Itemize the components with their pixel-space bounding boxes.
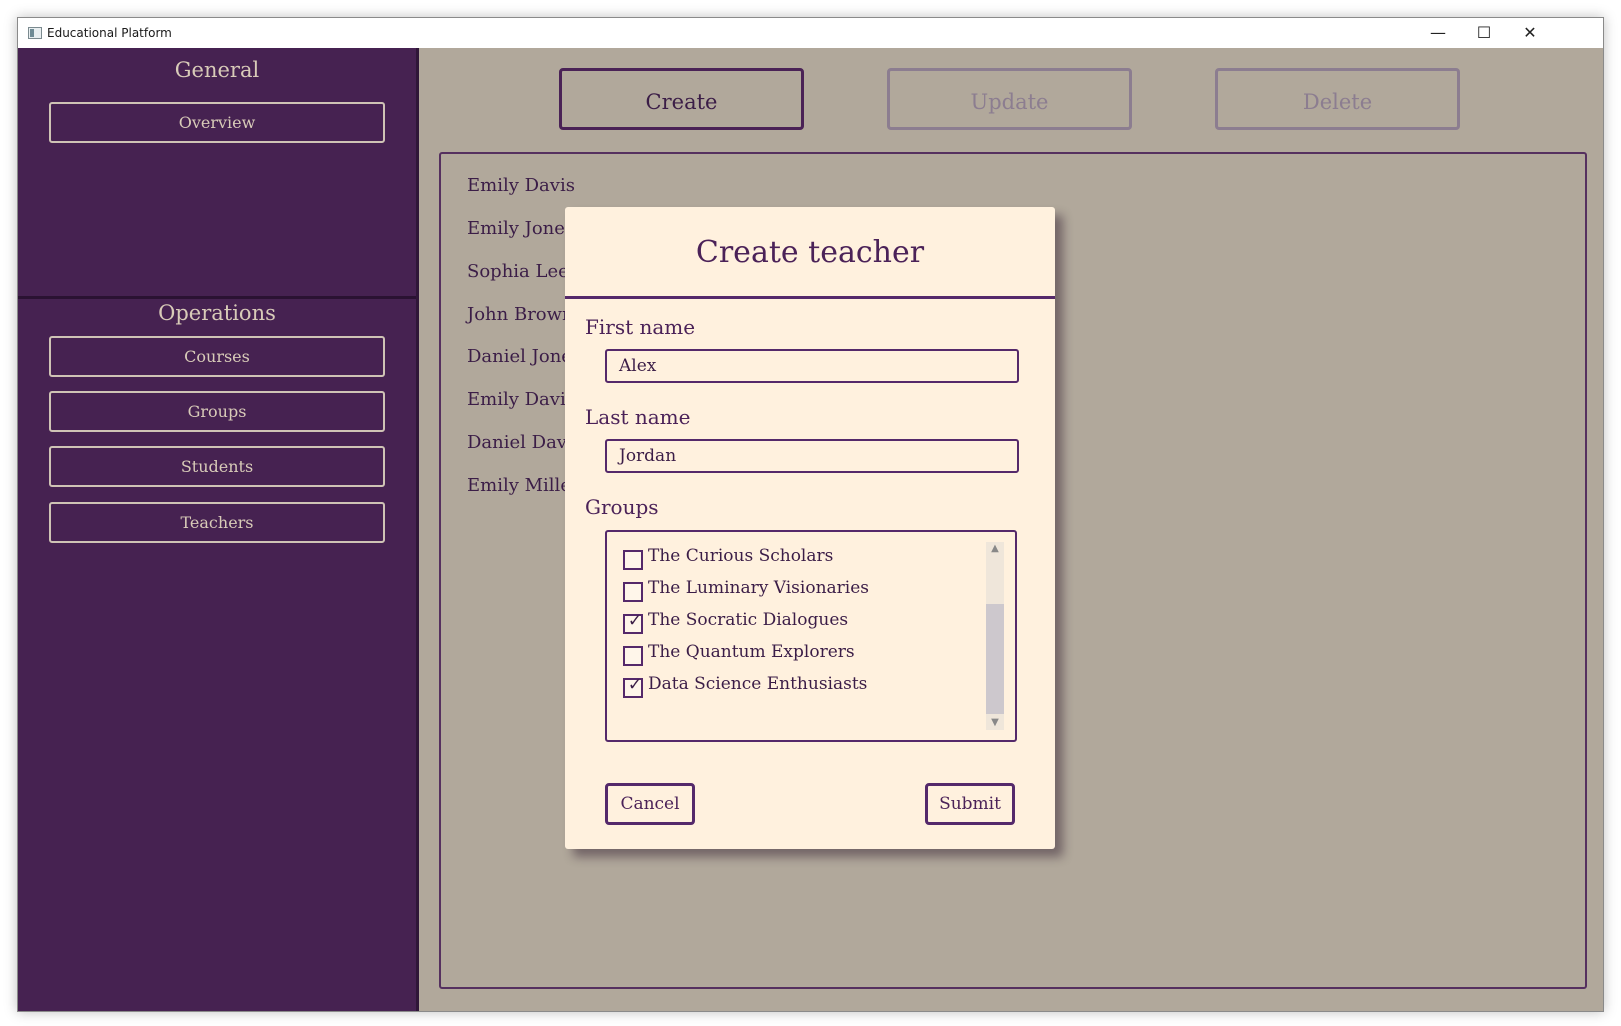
check-icon: ✓ — [627, 611, 643, 631]
create-teacher-dialog: Create teacher First name Alex Last name… — [565, 207, 1055, 849]
general-section-title: General — [174, 58, 260, 82]
group-option-label: The Luminary Visionaries — [648, 578, 870, 598]
group-option-label: The Curious Scholars — [648, 546, 834, 566]
list-item[interactable]: Sophia Lee — [467, 261, 569, 282]
update-button[interactable]: Update — [887, 68, 1132, 130]
dialog-title: Create teacher — [695, 235, 925, 270]
first-name-label: First name — [585, 315, 696, 339]
first-name-field[interactable]: Alex — [605, 349, 1019, 383]
list-item[interactable]: Emily Jones — [467, 218, 574, 239]
checkbox[interactable] — [623, 550, 643, 570]
sidebar: General Overview Operations Courses Grou… — [18, 48, 419, 1011]
groups-scrollbar[interactable]: ▲ ▼ — [986, 542, 1004, 730]
list-item[interactable]: Emily Davis — [467, 389, 575, 410]
last-name-field[interactable]: Jordan — [605, 439, 1019, 473]
list-item[interactable]: John Brown — [467, 304, 574, 325]
title-bar: Educational Platform — ☐ ✕ — [18, 18, 1603, 48]
overview-button[interactable]: Overview — [49, 102, 385, 143]
app-icon — [28, 27, 42, 39]
courses-button[interactable]: Courses — [49, 336, 385, 377]
scroll-up-icon[interactable]: ▲ — [986, 542, 1004, 556]
close-icon[interactable]: ✕ — [1507, 18, 1553, 48]
teachers-button[interactable]: Teachers — [49, 502, 385, 543]
checkbox[interactable] — [623, 582, 643, 602]
groups-checklist: The Curious Scholars The Luminary Vision… — [605, 530, 1017, 742]
scroll-thumb[interactable] — [986, 604, 1004, 714]
check-icon: ✓ — [627, 675, 643, 695]
scroll-down-icon[interactable]: ▼ — [986, 716, 1004, 730]
submit-button[interactable]: Submit — [925, 783, 1015, 825]
checkbox[interactable] — [623, 646, 643, 666]
last-name-label: Last name — [585, 405, 691, 429]
dialog-divider — [565, 296, 1055, 299]
group-option-label: The Socratic Dialogues — [648, 610, 849, 630]
operations-section-title: Operations — [158, 301, 276, 325]
list-item[interactable]: Emily Miller — [467, 475, 580, 496]
maximize-icon[interactable]: ☐ — [1461, 18, 1507, 48]
checkbox[interactable]: ✓ — [623, 675, 643, 698]
checkbox[interactable]: ✓ — [623, 611, 643, 634]
create-button[interactable]: Create — [559, 68, 804, 130]
groups-button[interactable]: Groups — [49, 391, 385, 432]
sidebar-divider — [18, 296, 416, 299]
window-title: Educational Platform — [47, 26, 172, 40]
delete-button[interactable]: Delete — [1215, 68, 1460, 130]
minimize-icon[interactable]: — — [1415, 18, 1461, 48]
group-option-label: The Quantum Explorers — [648, 642, 855, 662]
list-item[interactable]: Emily Davis — [467, 175, 575, 196]
groups-label: Groups — [585, 495, 659, 519]
cancel-button[interactable]: Cancel — [605, 783, 695, 825]
students-button[interactable]: Students — [49, 446, 385, 487]
group-option-label: Data Science Enthusiasts — [648, 674, 868, 694]
